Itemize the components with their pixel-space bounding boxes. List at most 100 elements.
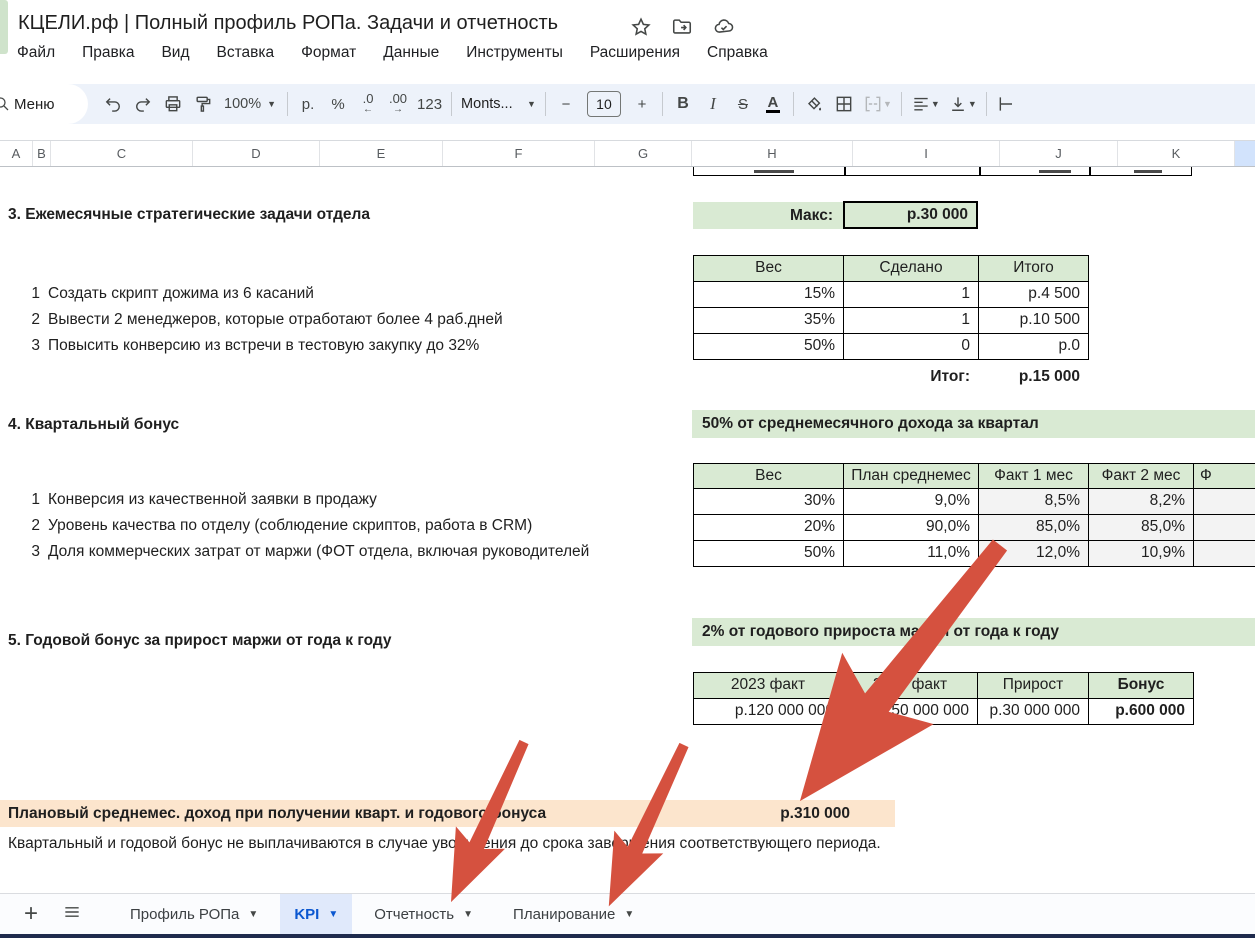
table-cell[interactable]: р.0: [979, 334, 1089, 360]
menu-view[interactable]: Вид: [161, 44, 189, 62]
table-cell[interactable]: 0: [844, 334, 979, 360]
add-sheet-button[interactable]: +: [24, 904, 38, 924]
horizontal-align-button[interactable]: ▼: [907, 90, 944, 118]
total-value-cell[interactable]: р.15 000: [978, 364, 1088, 390]
table-header-cell[interactable]: Ф: [1194, 464, 1255, 489]
table-cell[interactable]: р.120 000 000: [694, 699, 843, 725]
section-4-banner[interactable]: 50% от среднемесячного дохода за квартал: [692, 410, 1255, 438]
column-header-A[interactable]: A: [0, 141, 33, 166]
table-cell[interactable]: р.30 000 000: [978, 699, 1089, 725]
table-cell[interactable]: р.150 000 000: [843, 699, 978, 725]
italic-button[interactable]: I: [698, 90, 728, 118]
menu-format[interactable]: Формат: [301, 44, 356, 62]
format-percent-button[interactable]: %: [323, 90, 353, 118]
column-header-D[interactable]: D: [193, 141, 320, 166]
table-header-cell[interactable]: Бонус: [1089, 673, 1194, 699]
menu-edit[interactable]: Правка: [82, 44, 134, 62]
section-4-title[interactable]: 4. Квартальный бонус: [8, 416, 179, 434]
max-label-cell[interactable]: Макс:: [693, 202, 843, 229]
bonus-note[interactable]: Квартальный и годовой бонус не выплачива…: [8, 835, 881, 853]
sheet-tab-kpi[interactable]: KPI▼: [280, 894, 352, 935]
table-header-cell[interactable]: Итого: [979, 256, 1089, 282]
menu-insert[interactable]: Вставка: [217, 44, 275, 62]
sheet-grid[interactable]: 3. Ежемесячные стратегические задачи отд…: [0, 167, 1255, 893]
star-icon[interactable]: [630, 16, 652, 38]
column-header-K[interactable]: K: [1118, 141, 1235, 166]
chevron-down-icon: ▼: [624, 909, 634, 920]
column-header-C[interactable]: C: [51, 141, 193, 166]
table-cell[interactable]: 50%: [694, 334, 844, 360]
task-row[interactable]: 1 Конверсия из качественной заявки в про…: [0, 487, 1255, 513]
bold-button[interactable]: B: [668, 90, 698, 118]
task-row[interactable]: 3 Доля коммерческих затрат от маржи (ФОТ…: [0, 539, 1255, 565]
table-cell[interactable]: р.4 500: [979, 282, 1089, 308]
cloud-status-icon[interactable]: [712, 16, 736, 38]
task-text: Доля коммерческих затрат от маржи (ФОТ о…: [48, 539, 589, 565]
max-value-cell[interactable]: р.30 000: [843, 201, 978, 229]
sheet-tab-profil-ropa[interactable]: Профиль РОПа▼: [116, 894, 272, 935]
menus-button[interactable]: Меню: [14, 96, 55, 113]
sheet-tab-otchetnost[interactable]: Отчетность▼: [360, 894, 487, 935]
font-size-input[interactable]: 10: [587, 91, 621, 117]
fill-color-button[interactable]: [799, 90, 829, 118]
move-folder-icon[interactable]: [671, 16, 693, 38]
column-header-E[interactable]: E: [320, 141, 443, 166]
decrease-decimal-button[interactable]: .0←: [353, 90, 383, 118]
menu-search-pill[interactable]: Меню: [0, 84, 88, 124]
column-header-H[interactable]: H: [692, 141, 853, 166]
paint-format-button[interactable]: [188, 90, 218, 118]
menu-file[interactable]: Файл: [17, 44, 55, 62]
more-formats-button[interactable]: 123: [413, 90, 446, 118]
table-header-cell[interactable]: План среднемес: [844, 464, 979, 489]
table-cell[interactable]: 15%: [694, 282, 844, 308]
toolbar: Меню 100%▼ р. % .0← .00→ 123 Monts...▼: [0, 84, 1255, 124]
document-title[interactable]: КЦЕЛИ.рф | Полный профиль РОПа. Задачи и…: [18, 12, 558, 35]
zoom-select[interactable]: 100%▼: [218, 96, 282, 112]
table-cell[interactable]: 1: [844, 308, 979, 334]
task-row[interactable]: 2 Уровень качества по отделу (соблюдение…: [0, 513, 1255, 539]
column-header-F[interactable]: F: [443, 141, 595, 166]
table-header-cell[interactable]: 2023 факт: [694, 673, 843, 699]
redo-button[interactable]: [128, 90, 158, 118]
increase-font-size-button[interactable]: +: [627, 90, 657, 118]
section-5-banner[interactable]: 2% от годового прироста маржи от года к …: [692, 618, 1255, 646]
table-header-cell[interactable]: 2024 факт: [843, 673, 978, 699]
vertical-align-button[interactable]: ▼: [944, 90, 981, 118]
section-3-title[interactable]: 3. Ежемесячные стратегические задачи отд…: [8, 206, 370, 224]
column-header-J[interactable]: J: [1000, 141, 1118, 166]
increase-decimal-button[interactable]: .00→: [383, 90, 413, 118]
decrease-font-size-button[interactable]: −: [551, 90, 581, 118]
total-label-cell[interactable]: Итог:: [843, 364, 978, 390]
merge-cells-button[interactable]: ▼: [859, 90, 896, 118]
format-currency-button[interactable]: р.: [293, 90, 323, 118]
column-header-I[interactable]: I: [853, 141, 1000, 166]
menu-help[interactable]: Справка: [707, 44, 768, 62]
undo-button[interactable]: [98, 90, 128, 118]
table-cell[interactable]: р.10 500: [979, 308, 1089, 334]
table-cell[interactable]: 1: [844, 282, 979, 308]
text-wrap-button[interactable]: [992, 90, 1022, 118]
table-cell[interactable]: 35%: [694, 308, 844, 334]
section-5-title[interactable]: 5. Годовой бонус за прирост маржи от год…: [8, 632, 392, 650]
font-select[interactable]: Monts...▼: [457, 90, 540, 118]
menu-data[interactable]: Данные: [383, 44, 439, 62]
text-color-button[interactable]: A: [758, 90, 788, 118]
menu-tools[interactable]: Инструменты: [466, 44, 563, 62]
table-header-cell[interactable]: Вес: [694, 256, 844, 282]
plan-income-row[interactable]: Плановый среднемес. доход при получении …: [0, 800, 895, 827]
strikethrough-button[interactable]: S: [728, 90, 758, 118]
menu-extensions[interactable]: Расширения: [590, 44, 680, 62]
table-header-cell[interactable]: Факт 1 мес: [979, 464, 1089, 489]
column-header-highlight[interactable]: [1235, 141, 1255, 166]
table-cell[interactable]: р.600 000: [1089, 699, 1194, 725]
print-button[interactable]: [158, 90, 188, 118]
column-header-B[interactable]: B: [33, 141, 51, 166]
borders-button[interactable]: [829, 90, 859, 118]
table-header-cell[interactable]: Факт 2 мес: [1089, 464, 1194, 489]
table-header-cell[interactable]: Сделано: [844, 256, 979, 282]
table-header-cell[interactable]: Вес: [694, 464, 844, 489]
all-sheets-button[interactable]: [62, 902, 82, 926]
sheet-tab-planirovanie[interactable]: Планирование▼: [499, 894, 648, 935]
table-header-cell[interactable]: Прирост: [978, 673, 1089, 699]
column-header-G[interactable]: G: [595, 141, 692, 166]
